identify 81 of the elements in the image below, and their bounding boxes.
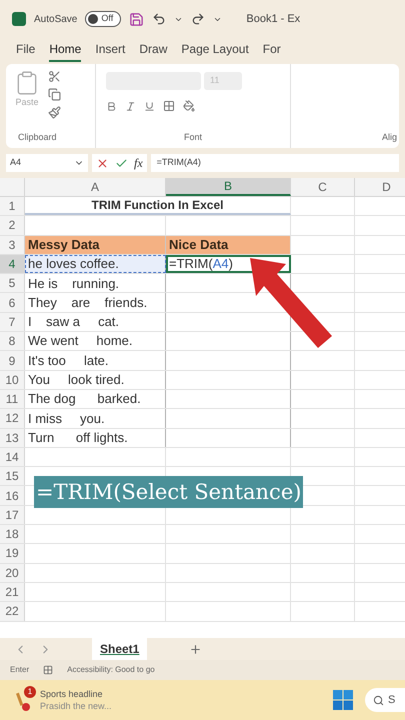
group-label: Clipboard bbox=[17, 130, 58, 144]
caption-banner: =TRIM(Select Sentance) bbox=[34, 476, 304, 508]
row-number[interactable]: 18 bbox=[0, 525, 25, 544]
brush-icon[interactable] bbox=[48, 106, 61, 119]
mode-label: Enter bbox=[10, 664, 30, 676]
row-number[interactable]: 11 bbox=[0, 390, 25, 408]
window-title: Book1 - Ex bbox=[246, 12, 300, 27]
confirm-icon[interactable] bbox=[115, 156, 128, 170]
table-cell: He is running. bbox=[25, 274, 166, 292]
table-cell: We went home. bbox=[25, 332, 166, 350]
row-number[interactable]: 5 bbox=[0, 274, 25, 292]
row-number[interactable]: 2 bbox=[0, 216, 25, 235]
row-number[interactable]: 17 bbox=[0, 506, 25, 524]
underline-icon[interactable] bbox=[144, 100, 155, 112]
undo-icon[interactable] bbox=[152, 12, 166, 26]
row-number[interactable]: 14 bbox=[0, 448, 25, 466]
row-number[interactable]: 21 bbox=[0, 582, 25, 602]
ribbon-tab[interactable]: Draw bbox=[139, 40, 168, 62]
name-box[interactable]: A4 bbox=[6, 154, 88, 172]
column-header[interactable]: B bbox=[166, 178, 291, 196]
table-cell: Turn off lights. bbox=[25, 428, 166, 447]
group-label: Font bbox=[182, 130, 203, 144]
row-number[interactable]: 13 bbox=[0, 428, 25, 447]
table-cell: =TRIM(A4) bbox=[166, 254, 291, 274]
borders-icon[interactable] bbox=[163, 100, 175, 112]
news-headline[interactable]: Sports headline bbox=[40, 688, 112, 700]
row-number[interactable]: 19 bbox=[0, 544, 25, 563]
bold-icon[interactable] bbox=[106, 100, 117, 112]
row-number[interactable]: 6 bbox=[0, 293, 25, 312]
table-cell: I miss you. bbox=[25, 409, 166, 428]
row-number[interactable]: 22 bbox=[0, 602, 25, 621]
table-cell: he loves coffee. bbox=[25, 254, 166, 274]
table-cell: It's too late. bbox=[25, 351, 166, 370]
ribbon-tab[interactable]: File bbox=[16, 40, 36, 62]
news-subtitle[interactable]: Prasidh the new... bbox=[40, 700, 112, 712]
row-number[interactable]: 16 bbox=[0, 486, 25, 505]
fill-color-icon[interactable] bbox=[183, 100, 195, 112]
table-cell: I saw a cat. bbox=[25, 312, 166, 332]
windows-logo-icon[interactable] bbox=[333, 690, 353, 710]
excel-logo-icon bbox=[12, 12, 26, 26]
column-header[interactable]: C bbox=[291, 178, 355, 196]
italic-icon[interactable] bbox=[125, 100, 136, 112]
sheet-tab[interactable]: Sheet1 bbox=[92, 638, 148, 660]
row-number[interactable]: 8 bbox=[0, 332, 25, 350]
macro-icon[interactable] bbox=[43, 665, 54, 675]
column-header[interactable]: D bbox=[355, 178, 405, 196]
row-number[interactable]: 3 bbox=[0, 236, 25, 254]
redo-icon[interactable] bbox=[191, 12, 206, 26]
row-number[interactable]: 1 bbox=[0, 197, 25, 216]
row-number[interactable]: 4 bbox=[0, 254, 25, 274]
row-number[interactable]: 10 bbox=[0, 370, 25, 389]
row-number[interactable]: 7 bbox=[0, 312, 25, 332]
search-icon bbox=[373, 694, 384, 706]
add-sheet-icon[interactable] bbox=[189, 642, 202, 656]
accessibility-status[interactable]: Accessibility: Good to go bbox=[67, 664, 155, 676]
title-cell: TRIM Function In Excel bbox=[25, 197, 291, 216]
formula-field[interactable]: =TRIM(A4) bbox=[150, 154, 399, 172]
autosave-toggle[interactable]: Off bbox=[85, 11, 122, 27]
autosave-label: AutoSave bbox=[34, 12, 78, 26]
table-cell: They are friends. bbox=[25, 293, 166, 312]
notification-badge: 1 bbox=[24, 686, 36, 698]
save-icon[interactable] bbox=[129, 12, 144, 26]
table-cell: You look tired. bbox=[25, 370, 166, 389]
arrow-icon bbox=[248, 256, 334, 350]
ribbon-tab[interactable]: Home bbox=[49, 40, 82, 62]
header-cell: Messy Data bbox=[25, 236, 166, 254]
group-label: Alig bbox=[382, 130, 397, 144]
cancel-icon[interactable] bbox=[96, 156, 109, 170]
search-field[interactable]: S bbox=[365, 688, 405, 712]
row-number[interactable]: 12 bbox=[0, 409, 25, 428]
table-cell: The dog barked. bbox=[25, 390, 166, 408]
copy-icon[interactable] bbox=[48, 88, 61, 101]
row-number[interactable]: 15 bbox=[0, 467, 25, 486]
ribbon-tab[interactable]: Insert bbox=[95, 40, 126, 62]
ribbon-tab[interactable]: Page Layout bbox=[181, 40, 249, 62]
row-number[interactable]: 9 bbox=[0, 351, 25, 370]
ribbon-tab[interactable]: For bbox=[262, 40, 281, 62]
cut-icon[interactable] bbox=[48, 70, 61, 83]
row-number[interactable]: 20 bbox=[0, 564, 25, 582]
header-cell: Nice Data bbox=[166, 236, 291, 254]
fx-label[interactable]: fx bbox=[134, 154, 143, 172]
